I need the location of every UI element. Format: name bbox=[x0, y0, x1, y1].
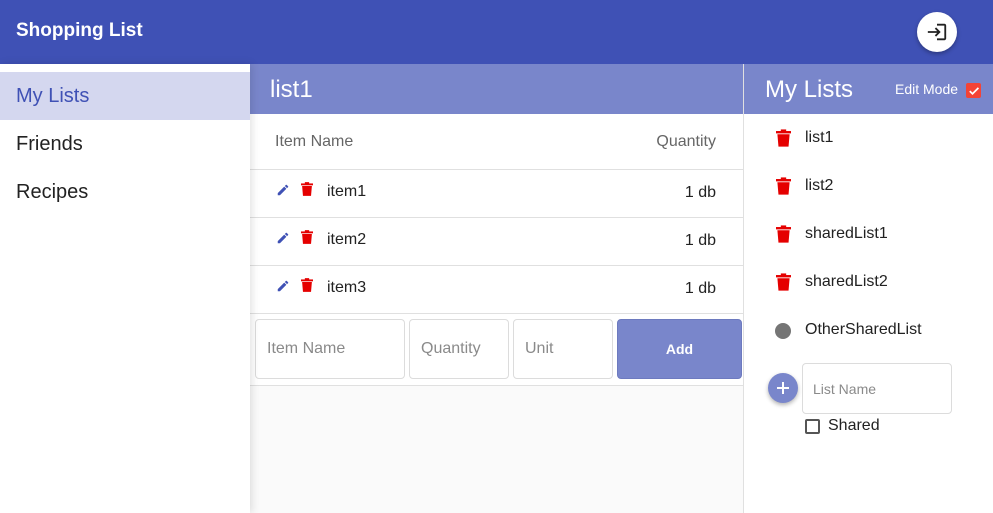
login-button[interactable] bbox=[917, 12, 957, 52]
nav-item-my-lists[interactable]: My Lists bbox=[0, 72, 250, 120]
edit-icon[interactable] bbox=[276, 183, 290, 197]
item-quantity: 1 db bbox=[684, 184, 716, 201]
list-name-input[interactable] bbox=[802, 363, 952, 414]
add-item-form: Add bbox=[250, 314, 743, 386]
list-header: list1 bbox=[250, 64, 743, 114]
column-header-item-name: Item Name bbox=[275, 133, 354, 150]
list-item-label: OtherSharedList bbox=[805, 321, 922, 338]
list-item-label: list2 bbox=[805, 177, 834, 194]
edit-icon[interactable] bbox=[276, 279, 290, 293]
my-lists-header: My Lists Edit Mode bbox=[744, 64, 993, 114]
side-navigation: My Lists Friends Recipes bbox=[0, 64, 250, 513]
list-item-sharedlist2[interactable]: sharedList2 bbox=[744, 258, 993, 306]
items-table: Item Name Quantity item1 1 db item2 1 db… bbox=[250, 114, 743, 386]
app-title: Shopping List bbox=[16, 20, 143, 41]
my-lists-title: My Lists bbox=[765, 76, 854, 103]
list-title: list1 bbox=[270, 76, 313, 103]
trash-icon[interactable] bbox=[776, 176, 791, 196]
my-lists-panel: My Lists Edit Mode list1 list2 sharedLis… bbox=[743, 64, 993, 513]
shared-checkbox[interactable] bbox=[805, 419, 820, 434]
list-item-list1[interactable]: list1 bbox=[744, 114, 993, 162]
trash-icon[interactable] bbox=[776, 272, 791, 292]
list-item-label: sharedList2 bbox=[805, 273, 888, 290]
trash-icon[interactable] bbox=[776, 224, 791, 244]
list-item-sharedlist1[interactable]: sharedList1 bbox=[744, 210, 993, 258]
table-row: item3 1 db bbox=[250, 266, 743, 314]
add-list-button[interactable] bbox=[768, 373, 798, 403]
list-detail-panel: list1 Item Name Quantity item1 1 db item… bbox=[250, 64, 743, 513]
add-item-button[interactable]: Add bbox=[617, 319, 742, 379]
item-quantity: 1 db bbox=[684, 280, 716, 297]
circle-icon bbox=[775, 323, 791, 339]
item-name-input[interactable] bbox=[255, 319, 405, 379]
list-item-label: list1 bbox=[805, 129, 834, 146]
edit-mode-checkbox[interactable] bbox=[966, 83, 981, 98]
list-item-list2[interactable]: list2 bbox=[744, 162, 993, 210]
table-row: item2 1 db bbox=[250, 218, 743, 266]
nav-item-recipes[interactable]: Recipes bbox=[0, 168, 250, 216]
table-header-row: Item Name Quantity bbox=[250, 114, 743, 170]
check-icon bbox=[968, 86, 979, 95]
trash-icon[interactable] bbox=[776, 128, 791, 148]
column-header-quantity: Quantity bbox=[656, 133, 716, 150]
list-item-othersharedlist[interactable]: OtherSharedList bbox=[744, 306, 993, 354]
item-name: item2 bbox=[327, 231, 367, 248]
nav-item-friends[interactable]: Friends bbox=[0, 120, 250, 168]
plus-icon bbox=[777, 382, 789, 394]
item-name: item3 bbox=[327, 279, 367, 296]
edit-mode-label: Edit Mode bbox=[895, 81, 959, 97]
shared-label: Shared bbox=[828, 417, 880, 434]
item-name: item1 bbox=[327, 183, 367, 200]
edit-icon[interactable] bbox=[276, 231, 290, 245]
trash-icon[interactable] bbox=[301, 230, 313, 244]
unit-input[interactable] bbox=[513, 319, 613, 379]
trash-icon[interactable] bbox=[301, 278, 313, 292]
list-item-label: sharedList1 bbox=[805, 225, 888, 242]
table-row: item1 1 db bbox=[250, 170, 743, 218]
trash-icon[interactable] bbox=[301, 182, 313, 196]
quantity-input[interactable] bbox=[409, 319, 509, 379]
login-icon bbox=[927, 23, 947, 41]
app-bar: Shopping List bbox=[0, 0, 993, 64]
item-quantity: 1 db bbox=[684, 232, 716, 249]
